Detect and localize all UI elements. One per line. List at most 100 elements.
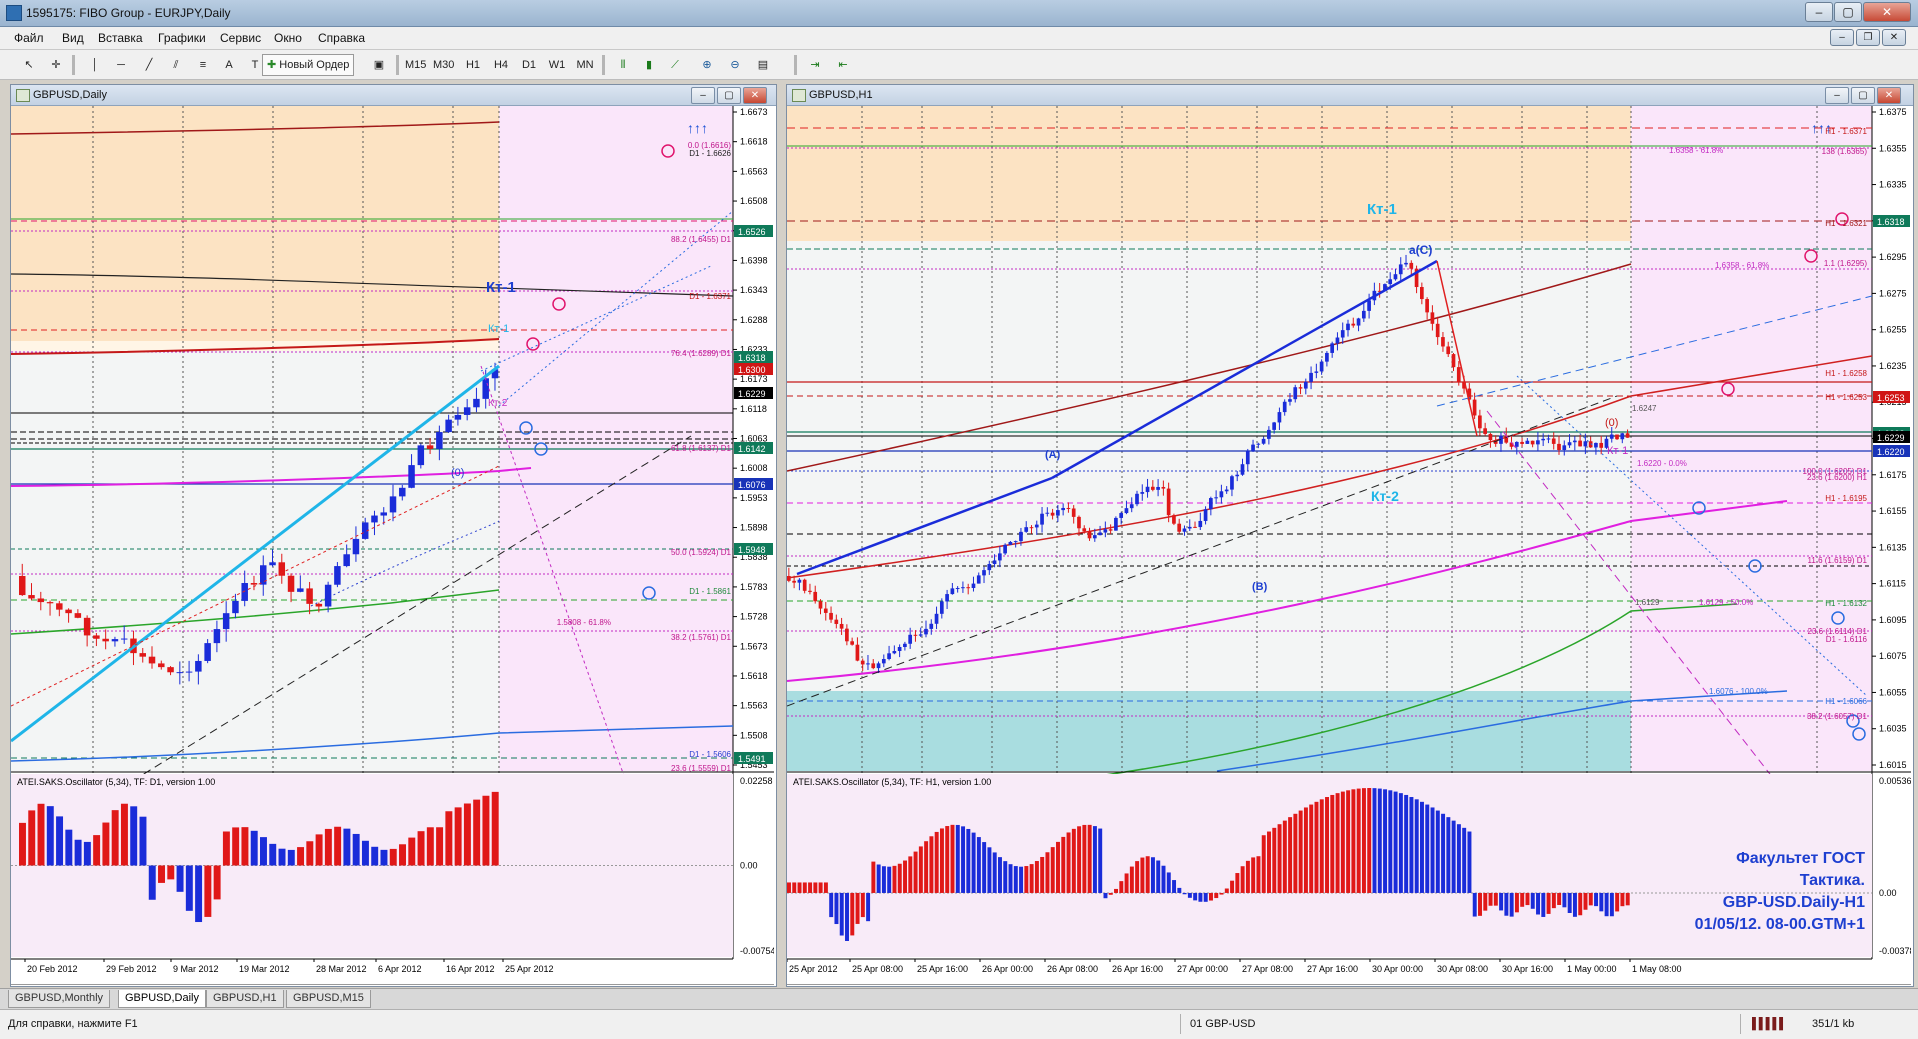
price-tick-label: 1.6618 [740,137,768,147]
level-label: 61.8 (1.6137) D1 [671,444,732,453]
date-tick-label: 27 Apr 00:00 [1177,964,1228,974]
trendline-icon[interactable]: ╱ [138,54,160,76]
chart-maximize-button[interactable]: ▢ [717,87,741,104]
vertical-line-icon[interactable]: │ [84,54,106,76]
oscillator-bar [1398,793,1403,893]
candle-body [1066,507,1071,509]
mdi-close-button[interactable]: ✕ [1882,29,1906,46]
chart-minimize-button[interactable]: – [691,87,715,104]
candle-body [1303,381,1308,389]
mdi-restore-button[interactable]: ❐ [1856,29,1880,46]
oscillator-bar [1530,892,1535,909]
tf-m30-button[interactable]: M30 [432,54,455,76]
tf-mn-button[interactable]: MN [574,54,596,76]
fibo-icon[interactable]: ≡ [192,54,214,76]
oscillator-bar [1224,888,1229,893]
close-button[interactable]: ✕ [1863,2,1911,22]
price-tag-label: 1.6318 [1877,217,1905,227]
text-icon[interactable]: A [218,54,240,76]
menu-charts[interactable]: Графики [158,31,206,45]
candle-body [1615,434,1619,440]
candle-chart-icon[interactable]: ▮ [638,54,660,76]
tf-w1-button[interactable]: W1 [546,54,568,76]
candle-body [1520,441,1524,444]
chart-minimize-button[interactable]: – [1825,87,1849,104]
menu-window[interactable]: Окно [274,31,302,45]
oscillator-bar [260,837,267,866]
up-arrows-icon: ↑↑↑ [1811,120,1832,136]
horizontal-line-icon[interactable]: ─ [110,54,132,76]
maximize-button[interactable]: ▢ [1834,2,1862,22]
chart-maximize-button[interactable]: ▢ [1851,87,1875,104]
candle-body [436,432,443,449]
oscillator-bar [1082,824,1087,893]
oscillator-bar [426,827,434,866]
candle-body [306,588,313,604]
new-order-button[interactable]: ✚ Новый Ордер [262,54,355,76]
menu-view[interactable]: Вид [62,31,84,45]
osc-scale-zero: 0.00 [740,861,758,871]
tf-h1-button[interactable]: H1 [462,54,484,76]
oscillator-bar [1604,892,1609,917]
oscillator-bar [1240,866,1245,893]
channel-icon[interactable]: ⫽ [165,54,187,76]
candle-body [1398,264,1403,275]
grid-icon[interactable]: ▤ [752,54,774,76]
oscillator-bar [1472,892,1477,917]
menu-file[interactable]: Файл [14,31,44,45]
tf-m15-button[interactable]: M15 [404,54,427,76]
chart-label-kt1_small: Кт-1 [488,323,509,335]
daily-chart-canvas[interactable]: 1.66731.66181.65631.65081.64531.63981.63… [11,106,774,985]
status-separator [1740,1014,1741,1034]
menu-insert[interactable]: Вставка [98,31,143,45]
autotrading-icon[interactable]: ▣ [368,54,390,76]
tab-gbpusd-m15[interactable]: GBPUSD,M15 [286,990,371,1008]
candle-body [918,634,923,636]
bar-chart-icon[interactable]: ⫴ [612,54,634,76]
chart-close-button[interactable]: ✕ [743,87,767,104]
price-tag-label: 1.5491 [738,754,766,764]
tab-gbpusd-monthly[interactable]: GBPUSD,Monthly [8,990,111,1008]
zoom-out-icon[interactable]: ⊖ [724,54,746,76]
watermark-line: 01/05/12. 08-00.GTM+1 [1695,916,1865,933]
price-tick-label: 1.6155 [1879,506,1907,516]
mdi-minimize-button[interactable]: – [1830,29,1854,46]
oscillator-bar [866,892,871,922]
price-tag-label: 1.6300 [738,365,766,375]
autoscroll-icon[interactable]: ⇥ [804,54,826,76]
tab-gbpusd-daily[interactable]: GBPUSD,Daily [118,990,206,1008]
candle-body [278,562,286,576]
candle-body [1235,474,1240,477]
chart-shift-icon[interactable]: ⇤ [832,54,854,76]
oscillator-bar [1077,826,1082,893]
candle-body [1092,535,1097,539]
candle-body [845,628,849,642]
tab-gbpusd-h1[interactable]: GBPUSD,H1 [206,990,284,1008]
oscillator-bar [1309,804,1314,893]
price-tick-label: 1.6055 [1879,687,1907,697]
chart-label-B: (B) [1252,581,1268,593]
chart-window-h1: GBPUSD,H1 – ▢ ✕ 1.63751.63551.63351.6315… [786,84,1914,987]
oscillator-bar [1150,857,1155,893]
oscillator-bar [417,831,425,866]
tf-d1-button[interactable]: D1 [518,54,540,76]
line-chart-icon[interactable]: ⟋ [664,54,686,76]
zoom-in-icon[interactable]: ⊕ [696,54,718,76]
menu-tools[interactable]: Сервис [220,31,261,45]
connection-icon: ▌▌▌▌▌ [1752,1018,1787,1030]
candle-body [1409,262,1414,269]
date-tick-label: 6 Apr 2012 [378,964,422,974]
h1-chart-canvas[interactable]: 1.63751.63551.63351.63151.62951.62751.62… [787,106,1911,985]
tf-h4-button[interactable]: H4 [490,54,512,76]
chart-close-button[interactable]: ✕ [1877,87,1901,104]
watermark-line: GBP-USD.Daily-H1 [1723,894,1865,911]
candle-body [1029,527,1034,529]
menu-help[interactable]: Справка [318,31,365,45]
oscillator-bar [120,803,128,866]
minimize-button[interactable]: – [1805,2,1833,22]
crosshair-icon[interactable]: ✛ [45,54,67,76]
oscillator-bar [139,816,147,866]
cursor-icon[interactable]: ↖ [18,54,40,76]
candle-body [1156,486,1160,490]
oscillator-bar [74,839,82,866]
